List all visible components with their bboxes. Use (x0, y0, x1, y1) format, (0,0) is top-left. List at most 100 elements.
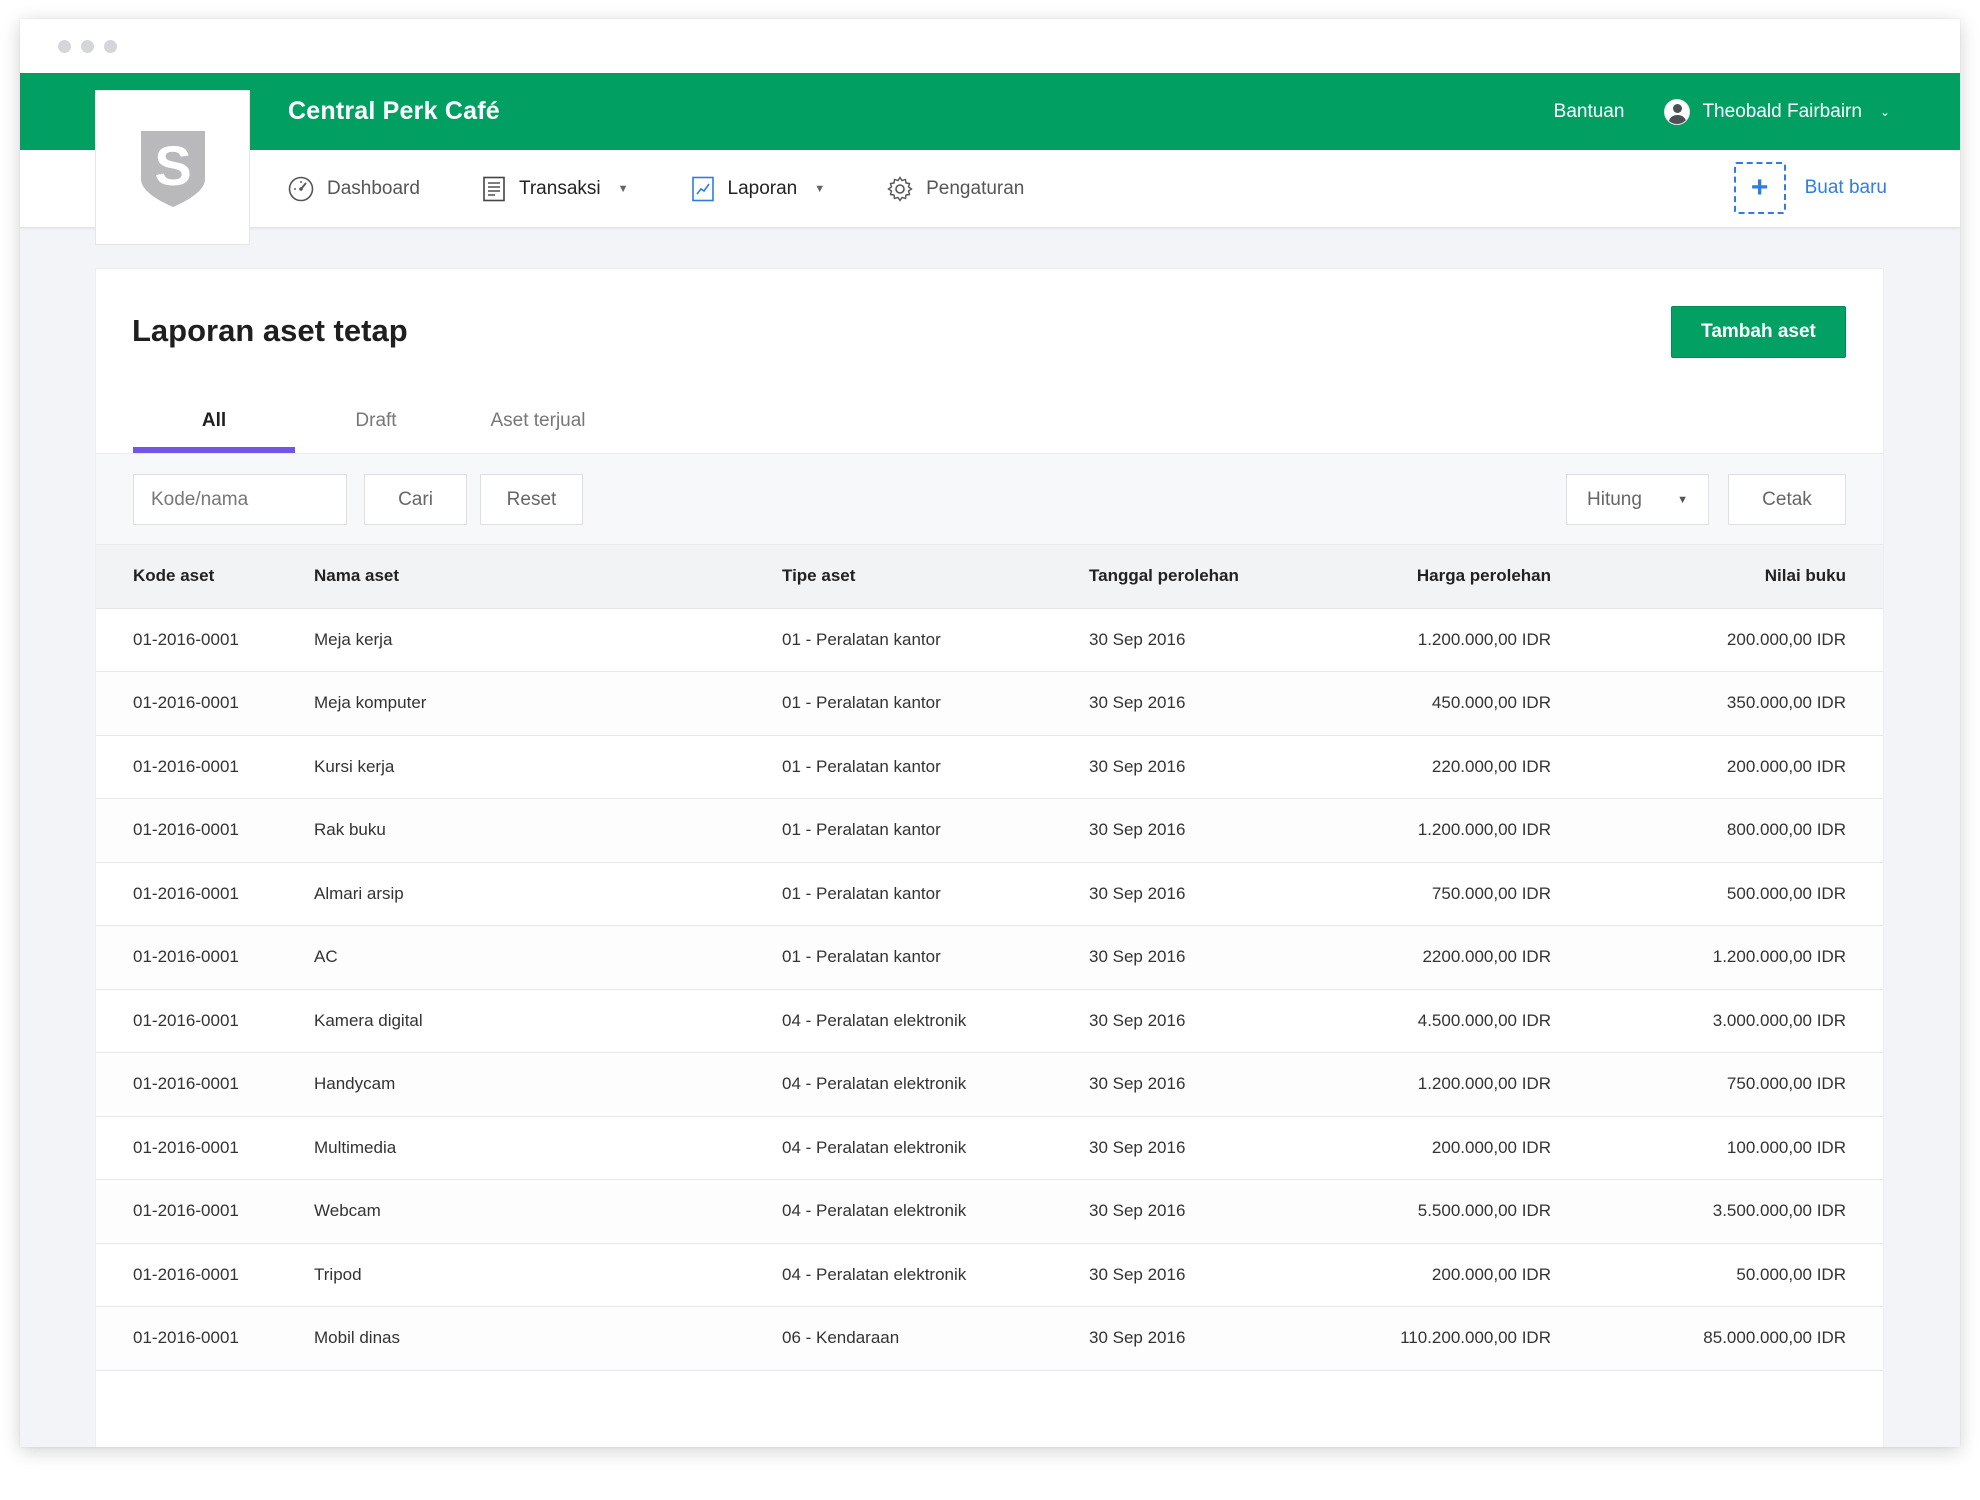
column-header[interactable]: Kode aset (96, 545, 314, 609)
table-cell: 750.000,00 IDR (1289, 862, 1551, 926)
nav-label: Laporan (727, 178, 798, 199)
table-row[interactable]: 01-2016-0001 Almari arsip 01 - Peralatan k… (96, 862, 1883, 926)
tab-all[interactable]: All (133, 394, 295, 453)
table-row[interactable]: 01-2016-0001 Mobil dinas 06 - Kendaraan 30 … (96, 1306, 1883, 1371)
table-cell: 500.000,00 IDR (1551, 862, 1883, 926)
table-cell: 01 - Peralatan kantor (782, 608, 1089, 672)
print-button[interactable]: Cetak (1728, 474, 1846, 525)
table-cell: Meja komputer (314, 671, 782, 736)
table-row[interactable]: 01-2016-0001 Meja kerja 01 - Peralatan kan… (96, 608, 1883, 672)
filter-bar: Cari Reset Hitung ▼ Cetak (96, 453, 1883, 545)
table-cell: 50.000,00 IDR (1551, 1243, 1883, 1307)
create-new-label: Buat baru (1804, 177, 1887, 198)
table-cell: 85.000.000,00 IDR (1551, 1306, 1883, 1371)
table-cell: 30 Sep 2016 (1089, 671, 1289, 736)
window-close-dot[interactable] (58, 39, 71, 53)
table-row[interactable]: 01-2016-0001 Kamera digital 04 - Peralatan… (96, 989, 1883, 1053)
create-new-button[interactable]: + Buat baru (1733, 162, 1887, 214)
table-cell: 200.000,00 IDR (1551, 608, 1883, 672)
table-row[interactable]: 01-2016-0001 AC 01 - Peralatan kantor 30 Se… (96, 925, 1883, 990)
table-cell: 110.200.000,00 IDR (1289, 1306, 1551, 1371)
table-row[interactable]: 01-2016-0001 Meja komputer 01 - Peralatan … (96, 671, 1883, 736)
nav-laporan[interactable]: Laporan ▼ (691, 176, 825, 202)
nav-label: Dashboard (327, 178, 420, 199)
add-asset-button[interactable]: Tambah aset (1671, 306, 1846, 358)
column-header[interactable]: Nilai buku (1551, 545, 1883, 609)
reset-button[interactable]: Reset (480, 474, 583, 525)
column-header[interactable]: Nama aset (314, 545, 782, 609)
table-cell: 30 Sep 2016 (1089, 925, 1289, 990)
column-header[interactable]: Harga perolehan (1289, 545, 1551, 609)
table-row[interactable]: 01-2016-0001 Rak buku 01 - Peralatan kanto… (96, 798, 1883, 863)
window-minimize-dot[interactable] (81, 39, 94, 53)
table-cell: AC (314, 925, 782, 990)
user-name: Theobald Fairbairn (1702, 100, 1862, 122)
nav-transaksi[interactable]: Transaksi ▼ (482, 176, 629, 202)
receipt-icon (483, 176, 505, 202)
table-cell: 1.200.000,00 IDR (1289, 608, 1551, 672)
user-menu[interactable]: Theobald Fairbairn ⌄ (1664, 98, 1890, 125)
table-cell: 01-2016-0001 (96, 925, 314, 990)
table-cell: Multimedia (314, 1116, 782, 1180)
table-cell: 01-2016-0001 (96, 735, 314, 799)
table-row[interactable]: 01-2016-0001 Handycam 04 - Peralatan elekt… (96, 1052, 1883, 1117)
table-cell: 01 - Peralatan kantor (782, 735, 1089, 799)
main-navbar: S Dashboard Transaksi ▼ Laporan ▼ Pengat… (20, 90, 1960, 245)
calculate-select-value: Hitung (1587, 488, 1642, 510)
column-header[interactable]: Tanggal perolehan (1089, 545, 1289, 609)
nav-pengaturan[interactable]: Pengaturan (887, 176, 1024, 202)
table-cell: 01 - Peralatan kantor (782, 671, 1089, 736)
table-cell: 30 Sep 2016 (1089, 1116, 1289, 1180)
table-cell: Webcam (314, 1179, 782, 1244)
table-row[interactable]: 01-2016-0001 Webcam 04 - Peralatan elektro… (96, 1179, 1883, 1244)
table-cell: 1.200.000,00 IDR (1289, 1052, 1551, 1117)
table-cell: 04 - Peralatan elektronik (782, 1116, 1089, 1180)
table-cell: 450.000,00 IDR (1289, 671, 1551, 736)
window-maximize-dot[interactable] (104, 39, 117, 53)
table-cell: 200.000,00 IDR (1551, 735, 1883, 799)
company-name: Central Perk Café (288, 97, 500, 125)
avatar (1664, 98, 1691, 125)
caret-down-icon: ▼ (1677, 493, 1688, 506)
table-cell: 04 - Peralatan elektronik (782, 1052, 1089, 1117)
tab-draft[interactable]: Draft (295, 394, 457, 453)
table-cell: 04 - Peralatan elektronik (782, 1243, 1089, 1307)
table-cell: Kamera digital (314, 989, 782, 1053)
table-cell: 01-2016-0001 (96, 1116, 314, 1180)
nav-dashboard[interactable]: Dashboard (288, 176, 420, 202)
calculate-select[interactable]: Hitung ▼ (1566, 474, 1709, 525)
window-titlebar (20, 19, 1960, 73)
table-cell: 30 Sep 2016 (1089, 1179, 1289, 1244)
table-cell: 5.500.000,00 IDR (1289, 1179, 1551, 1244)
column-header[interactable]: Tipe aset (782, 545, 1089, 609)
search-button[interactable]: Cari (364, 474, 467, 525)
table-cell: 30 Sep 2016 (1089, 608, 1289, 672)
help-link[interactable]: Bantuan (1554, 101, 1625, 123)
shield-s-logo-icon: S (140, 130, 205, 207)
table-cell: 3.000.000,00 IDR (1551, 989, 1883, 1053)
table-cell: Rak buku (314, 798, 782, 863)
table-cell: Kursi kerja (314, 735, 782, 799)
chevron-down-icon: ⌄ (1879, 104, 1890, 119)
table-row[interactable]: 01-2016-0001 Tripod 04 - Peralatan elektro… (96, 1243, 1883, 1307)
search-input[interactable] (133, 474, 347, 525)
nav-label: Pengaturan (926, 178, 1025, 199)
report-card: Laporan aset tetap Tambah aset All Draft… (95, 268, 1884, 1447)
table-header-row: Kode aset Nama aset Tipe aset Tanggal pe… (96, 545, 1883, 609)
app-logo[interactable]: S (95, 90, 250, 245)
table-cell: 01-2016-0001 (96, 1052, 314, 1117)
table-cell: 30 Sep 2016 (1089, 1243, 1289, 1307)
svg-text:S: S (154, 134, 191, 197)
table-row[interactable]: 01-2016-0001 Kursi kerja 01 - Peralatan ka… (96, 735, 1883, 799)
top-header: Central Perk Café Bantuan Theobald Fairb… (20, 73, 1960, 150)
table-cell: 04 - Peralatan elektronik (782, 1179, 1089, 1244)
table-cell: 1.200.000,00 IDR (1551, 925, 1883, 990)
table-row[interactable]: 01-2016-0001 Multimedia 04 - Peralatan ele… (96, 1116, 1883, 1180)
gear-icon (887, 176, 913, 202)
table-cell: 2200.000,00 IDR (1289, 925, 1551, 990)
browser-window: Central Perk Café Bantuan Theobald Fairb… (20, 19, 1960, 1447)
tab-aset-terjual[interactable]: Aset terjual (457, 394, 619, 453)
table-cell: 200.000,00 IDR (1289, 1243, 1551, 1307)
table-cell: 3.500.000,00 IDR (1551, 1179, 1883, 1244)
table-cell: 01-2016-0001 (96, 798, 314, 863)
